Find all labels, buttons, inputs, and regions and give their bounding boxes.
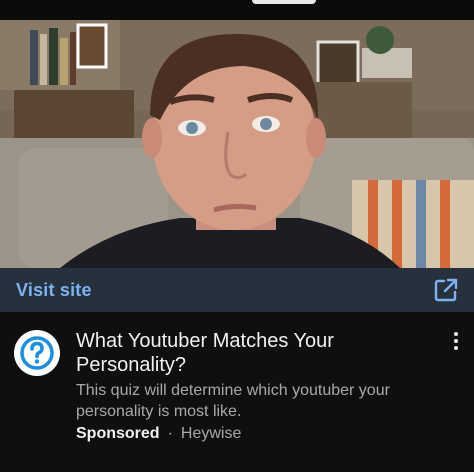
more-vertical-icon[interactable] [446,328,466,354]
ad-video-thumbnail[interactable] [0,20,474,268]
visit-site-link[interactable]: Visit site [16,280,92,301]
more-dot [454,346,458,350]
advertiser-name: Heywise [180,425,242,442]
more-dot [454,332,458,336]
external-link-icon[interactable] [432,276,460,304]
status-strip [0,0,474,20]
meta-separator: · [167,425,173,442]
ad-description: This quiz will determine which youtuber … [76,382,390,420]
sponsored-label: Sponsored [76,425,160,442]
status-pill [252,0,316,4]
advertiser-avatar[interactable] [14,330,60,376]
thumbnail-image [0,20,474,268]
ad-title[interactable]: What Youtuber Matches Your Personality? [76,329,426,377]
more-dot [454,339,458,343]
visit-site-bar[interactable]: Visit site [0,268,474,312]
ad-info[interactable]: What Youtuber Matches Your Personality? … [0,318,474,468]
ad-meta: Sponsored · Heywise [76,425,241,443]
question-mark-icon [20,336,54,370]
